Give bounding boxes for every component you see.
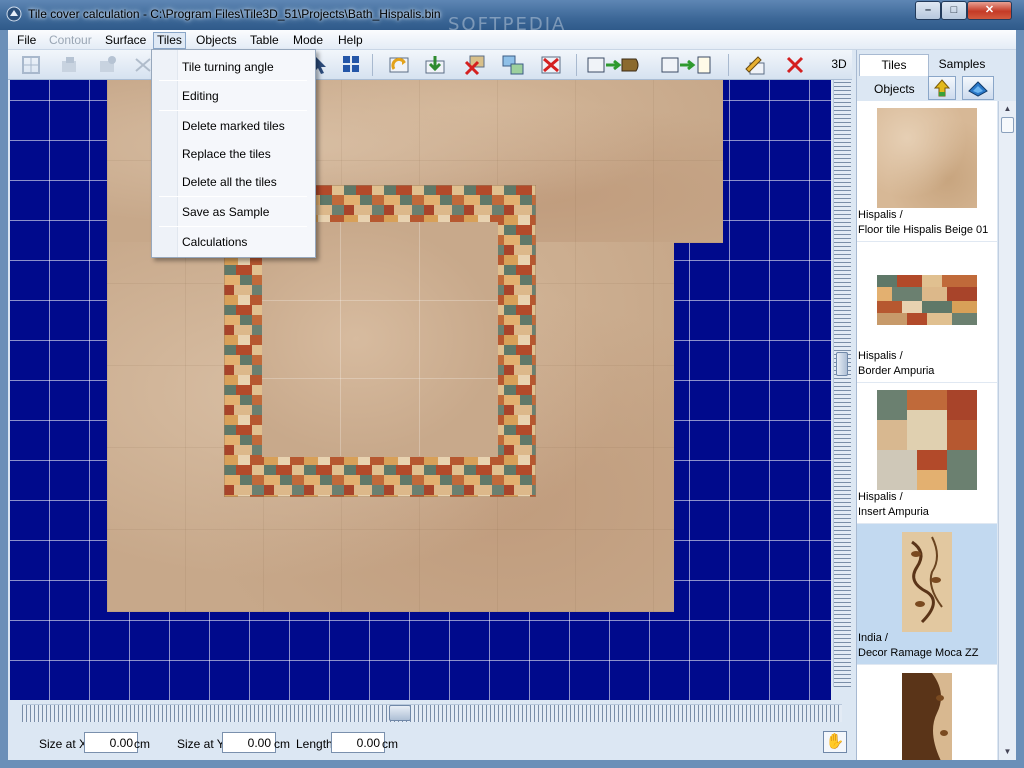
tile-thumbnail-image: [877, 275, 977, 325]
rotate-tiles-icon[interactable]: [386, 53, 412, 77]
size-y-unit: cm: [274, 737, 290, 751]
menu-tiles[interactable]: Tiles: [153, 32, 186, 49]
delete-all-icon[interactable]: [538, 53, 564, 77]
menu-mode[interactable]: Mode: [290, 32, 326, 49]
menu-item-delete-all[interactable]: Delete all the tiles: [182, 171, 314, 193]
export-document-icon[interactable]: [660, 53, 716, 77]
minimize-button[interactable]: –: [915, 1, 941, 20]
list-item[interactable]: [857, 665, 997, 760]
tab-tiles[interactable]: Tiles: [859, 54, 929, 76]
edit-pencil-icon[interactable]: [742, 53, 768, 77]
horizontal-ruler[interactable]: [22, 704, 842, 722]
menu-item-replace[interactable]: Replace the tiles: [182, 143, 314, 165]
four-squares-icon[interactable]: [338, 53, 364, 77]
vertical-ruler[interactable]: [833, 80, 851, 687]
panel-scroll-thumb[interactable]: [1001, 117, 1014, 133]
toolbar-separator: [372, 54, 373, 76]
horizontal-ruler-thumb[interactable]: [389, 705, 411, 721]
menu-item-delete-marked[interactable]: Delete marked tiles: [182, 115, 314, 137]
tile-name: Decor Ramage Moca ZZ: [858, 647, 979, 659]
delete-marked-icon[interactable]: [462, 53, 488, 77]
scroll-up-icon[interactable]: ▲: [999, 101, 1016, 116]
menu-separator: [159, 226, 307, 227]
window-title: Tile cover calculation - C:\Program File…: [28, 7, 441, 21]
close-button[interactable]: ✕: [967, 1, 1012, 20]
tile-thumbnail-list: Hispalis / Floor tile Hispalis Beige 01 …: [857, 101, 997, 760]
list-item[interactable]: India / Decor Ramage Moca ZZ: [857, 524, 997, 665]
up-arrow-icon[interactable]: [928, 76, 956, 100]
length-unit: cm: [382, 737, 398, 751]
maximize-button[interactable]: □: [941, 1, 967, 20]
size-x-input[interactable]: [84, 732, 138, 753]
fill-tiles-icon[interactable]: [422, 53, 448, 77]
menu-file[interactable]: File: [14, 32, 39, 49]
toolbar-separator: [728, 54, 729, 76]
vertical-ruler-thumb[interactable]: [836, 352, 848, 376]
app-icon[interactable]: [6, 6, 22, 22]
grid-icon[interactable]: [18, 53, 44, 77]
length-label: Length: [296, 737, 333, 751]
status-bar: Size at X cm Size at Y cm Length cm: [8, 724, 854, 760]
remove-icon[interactable]: [782, 53, 808, 77]
menu-help[interactable]: Help: [335, 32, 366, 49]
replace-tiles-icon[interactable]: [500, 53, 526, 77]
menu-separator: [159, 196, 307, 197]
menu-surface[interactable]: Surface: [102, 32, 149, 49]
export-sample-icon[interactable]: [586, 53, 642, 77]
objects-label: Objects: [874, 82, 915, 96]
tile-thumbnail-image: [902, 532, 952, 632]
tile-name: Border Ampuria: [858, 365, 935, 377]
size-x-label: Size at X: [39, 737, 88, 751]
3d-objects-icon[interactable]: [962, 76, 994, 100]
panel-scrollbar[interactable]: ▲ ▼: [998, 101, 1016, 760]
size-x-unit: cm: [134, 737, 150, 751]
move-tile-icon[interactable]: [94, 53, 120, 77]
length-input[interactable]: [331, 732, 385, 753]
menu-bar: File Contour Surface Tiles Objects Table…: [8, 30, 1016, 50]
tab-samples[interactable]: Samples: [930, 54, 994, 76]
menu-separator: [159, 80, 307, 81]
menu-table[interactable]: Table: [247, 32, 282, 49]
menu-item-save-sample[interactable]: Save as Sample: [182, 201, 314, 223]
drawing-canvas[interactable]: [10, 80, 831, 700]
list-item[interactable]: Hispalis / Border Ampuria: [857, 242, 997, 383]
menu-item-tile-turning-angle[interactable]: Tile turning angle: [182, 56, 314, 78]
title-bar: Tile cover calculation - C:\Program File…: [0, 0, 1024, 35]
tile-brand: Hispalis /: [858, 491, 903, 503]
list-item[interactable]: Hispalis / Floor tile Hispalis Beige 01: [857, 101, 997, 242]
menu-item-editing[interactable]: Editing: [182, 85, 314, 107]
tile-brand: India /: [858, 632, 888, 644]
toolbar-separator: [576, 54, 577, 76]
tile-name: Insert Ampuria: [858, 506, 929, 518]
3d-view-button[interactable]: 3D: [824, 52, 854, 76]
toolbar: [8, 50, 852, 80]
size-y-label: Size at Y: [177, 737, 225, 751]
size-y-input[interactable]: [222, 732, 276, 753]
tile-thumbnail-image: [877, 390, 977, 490]
scroll-down-icon[interactable]: ▼: [999, 744, 1016, 759]
tiles-dropdown-menu: Tile turning angle Editing Delete marked…: [151, 49, 316, 258]
menu-separator: [159, 110, 307, 111]
tile-thumbnail-image: [877, 108, 977, 208]
menu-contour[interactable]: Contour: [46, 32, 95, 49]
tile-brand: Hispalis /: [858, 209, 903, 221]
tile-thumbnail-image: [902, 673, 952, 760]
menu-item-calculations[interactable]: Calculations: [182, 231, 314, 253]
add-tile-icon[interactable]: [56, 53, 82, 77]
list-item[interactable]: Hispalis / Insert Ampuria: [857, 383, 997, 524]
tile-name: Floor tile Hispalis Beige 01: [858, 224, 989, 236]
menu-objects[interactable]: Objects: [193, 32, 240, 49]
hand-pan-icon[interactable]: ✋: [823, 731, 847, 753]
tile-brand: Hispalis /: [858, 350, 903, 362]
